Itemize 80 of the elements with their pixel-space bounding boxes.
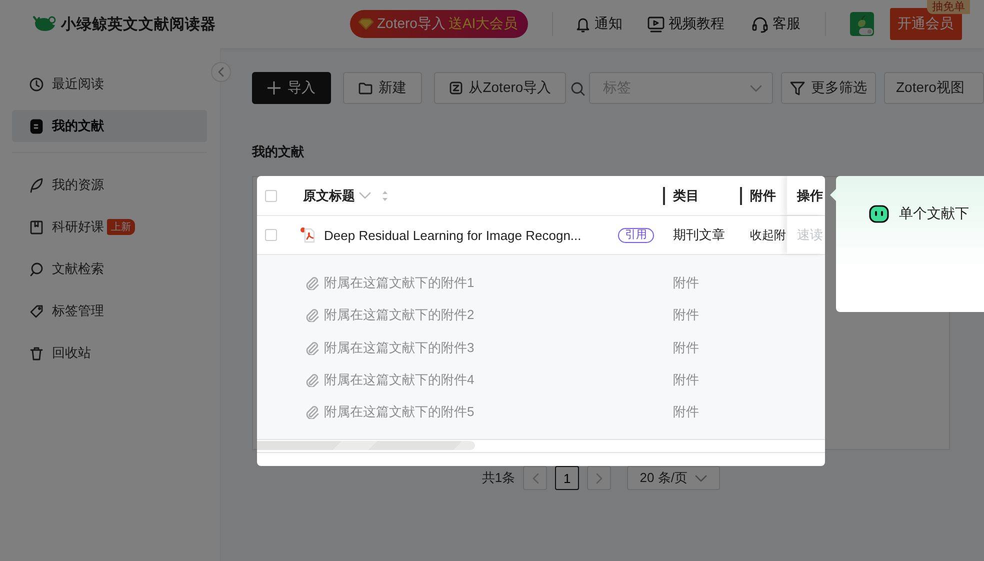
column-header: 附件 — [750, 186, 776, 204]
bookmark-book-icon — [29, 220, 44, 234]
total-count: 共1条 — [482, 469, 516, 487]
next-page-button[interactable] — [587, 466, 612, 490]
paperclip-icon — [305, 405, 319, 420]
attachment-title[interactable]: 附属在这篇文献下的附件2 — [324, 306, 474, 324]
tag-icon — [29, 304, 44, 318]
bell-icon — [574, 16, 591, 32]
search-icon — [570, 80, 586, 96]
table-cell: 附件 — [673, 274, 699, 292]
clock-icon — [29, 76, 44, 92]
tooltip-text: 单个文献下 — [899, 205, 969, 223]
sidebar-item[interactable]: 我的文献 — [12, 110, 207, 142]
cite-tag: 引用 — [618, 228, 654, 242]
sidebar-item[interactable]: 最近阅读 — [12, 68, 207, 100]
headset-icon — [750, 16, 769, 32]
table-cell: 附件 — [673, 338, 699, 357]
chevron-right-icon — [596, 472, 603, 484]
video-icon — [646, 16, 665, 32]
filter-button[interactable]: 更多筛选 — [781, 72, 876, 104]
collapse-attachments-link[interactable]: 收起附 — [750, 226, 786, 244]
trash-icon — [29, 346, 44, 360]
checkbox[interactable] — [265, 190, 277, 202]
sidebar-item[interactable]: 文献检索 — [12, 253, 207, 285]
promo-badge: 抽免单 — [927, 0, 970, 14]
page-button[interactable]: 1 — [555, 466, 580, 490]
section-title: 我的文献 — [252, 144, 305, 160]
plus-icon — [267, 81, 282, 95]
document-icon — [29, 118, 44, 134]
user-avatar[interactable] — [850, 12, 874, 36]
attachment-title[interactable]: 附属在这篇文献下的附件1 — [324, 274, 474, 292]
leaf-icon — [29, 178, 44, 192]
nav-link[interactable]: 通知 — [574, 15, 623, 33]
sidebar-item[interactable]: 我的资源 — [12, 169, 207, 201]
paperclip-icon — [305, 373, 319, 388]
column-header: 类目 — [673, 186, 699, 204]
document-title[interactable]: Deep Residual Learning for Image Recogn... — [324, 228, 582, 242]
toolbar-button[interactable]: 从Zotero导入 — [434, 72, 566, 104]
column-header: 原文标题 — [303, 186, 355, 204]
promo-button[interactable]: Zotero导入 送AI大会员 — [350, 10, 528, 38]
nav-link[interactable]: 视频教程 — [646, 15, 725, 33]
import-button[interactable]: 导入 — [252, 72, 331, 104]
chevron-down-icon — [695, 474, 708, 482]
column-header: 操作 — [797, 186, 823, 204]
chevron-down-icon — [750, 84, 762, 92]
sort-icon — [381, 190, 389, 202]
table-cell: 附件 — [673, 371, 699, 390]
search-icon — [29, 262, 44, 276]
scrollbar-thumb[interactable] — [257, 441, 475, 450]
table-cell: 附件 — [673, 306, 699, 324]
sidebar-item[interactable]: 科研好课 上新 — [12, 211, 207, 243]
zotero-icon — [448, 81, 463, 95]
new-badge: 上新 — [107, 219, 135, 235]
whale-logo-icon — [33, 15, 57, 33]
page-size-select[interactable]: 20 条/页 — [627, 466, 720, 490]
previous-page-button[interactable] — [523, 466, 548, 490]
paperclip-icon — [305, 308, 319, 322]
filter-icon — [790, 80, 805, 96]
sidebar-item[interactable]: 回收站 — [12, 337, 207, 369]
app-title: 小绿鲸英文文献阅读器 — [61, 14, 216, 34]
pdf-file-icon — [300, 227, 315, 243]
attachment-title[interactable]: 附属在这篇文献下的附件3 — [324, 338, 474, 357]
chevron-left-icon — [217, 67, 225, 77]
toolbar-button[interactable]: 新建 — [342, 72, 422, 104]
view-button[interactable]: Zotero视图 — [884, 72, 984, 104]
paperclip-icon — [305, 276, 319, 290]
folder-icon — [358, 81, 373, 95]
paperclip-icon — [305, 340, 319, 355]
nav-link[interactable]: 客服 — [750, 15, 801, 33]
table-cell: 附件 — [673, 403, 699, 422]
sidebar-item[interactable]: 标签管理 — [12, 295, 207, 327]
checkbox[interactable] — [265, 229, 277, 241]
chevron-left-icon — [532, 472, 539, 484]
chevron-down-icon — [359, 192, 371, 199]
attachment-title[interactable]: 附属在这篇文献下的附件5 — [324, 403, 474, 422]
attachment-title[interactable]: 附属在这篇文献下的附件4 — [324, 371, 474, 390]
table-cell: 期刊文章 — [673, 226, 725, 244]
robot-face-icon — [869, 205, 889, 223]
diamond-icon — [358, 17, 374, 31]
collapse-button[interactable] — [211, 62, 231, 82]
